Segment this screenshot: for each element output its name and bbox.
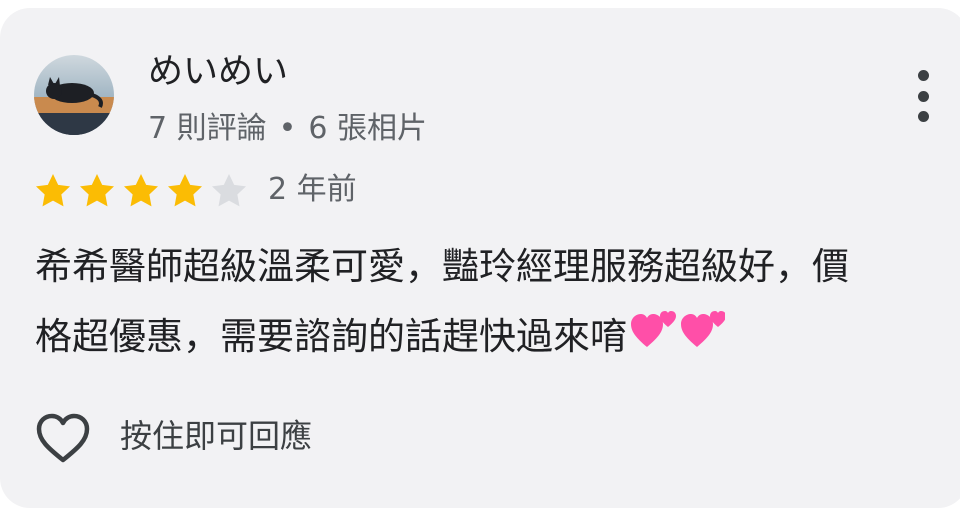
review-text: 希希醫師超級溫柔可愛，豔玲經理服務超級好，價 格超優惠，需要諮詢的話趕快過來唷 [35,232,940,374]
review-count: 7 則評論 [148,111,267,146]
heart-outline-icon[interactable] [34,410,92,468]
star-filled-icon [80,174,114,207]
more-dot [917,111,929,122]
review-text-line2: 格超優惠，需要諮詢的話趕快過來唷 [35,315,627,358]
star-filled-icon [168,174,202,207]
author-name[interactable]: めいめい [148,48,288,96]
star-filled-icon [124,174,158,207]
avatar[interactable] [34,55,114,135]
more-dot [917,90,929,102]
star-rating [33,171,253,211]
reply-hint[interactable]: 按住即可回應 [120,413,312,459]
review-card: めいめい 7 則評論 • 6 張相片 2 年前 希希醫師超級溫柔可愛，豔玲經理服務超… [0,8,960,508]
two-hearts-emoji [629,304,726,374]
more-vert-icon[interactable] [906,66,940,126]
review-text-line1: 希希醫師超級溫柔可愛，豔玲經理服務超級好，價 [35,245,849,288]
separator-dot: • [278,111,297,146]
author-stats: 7 則評論 • 6 張相片 [148,107,427,151]
photo-count: 6 張相片 [308,111,427,146]
more-dot [917,70,929,81]
star-filled-icon [36,174,70,207]
review-text-line: 希希醫師超級溫柔可愛，豔玲經理服務超級好，價 [35,232,940,302]
review-time: 2 年前 [268,172,357,207]
review-text-line: 格超優惠，需要諮詢的話趕快過來唷 [35,302,940,374]
two-hearts-icon [631,310,726,347]
avatar-photo [34,55,114,135]
star-empty-icon [212,174,246,207]
